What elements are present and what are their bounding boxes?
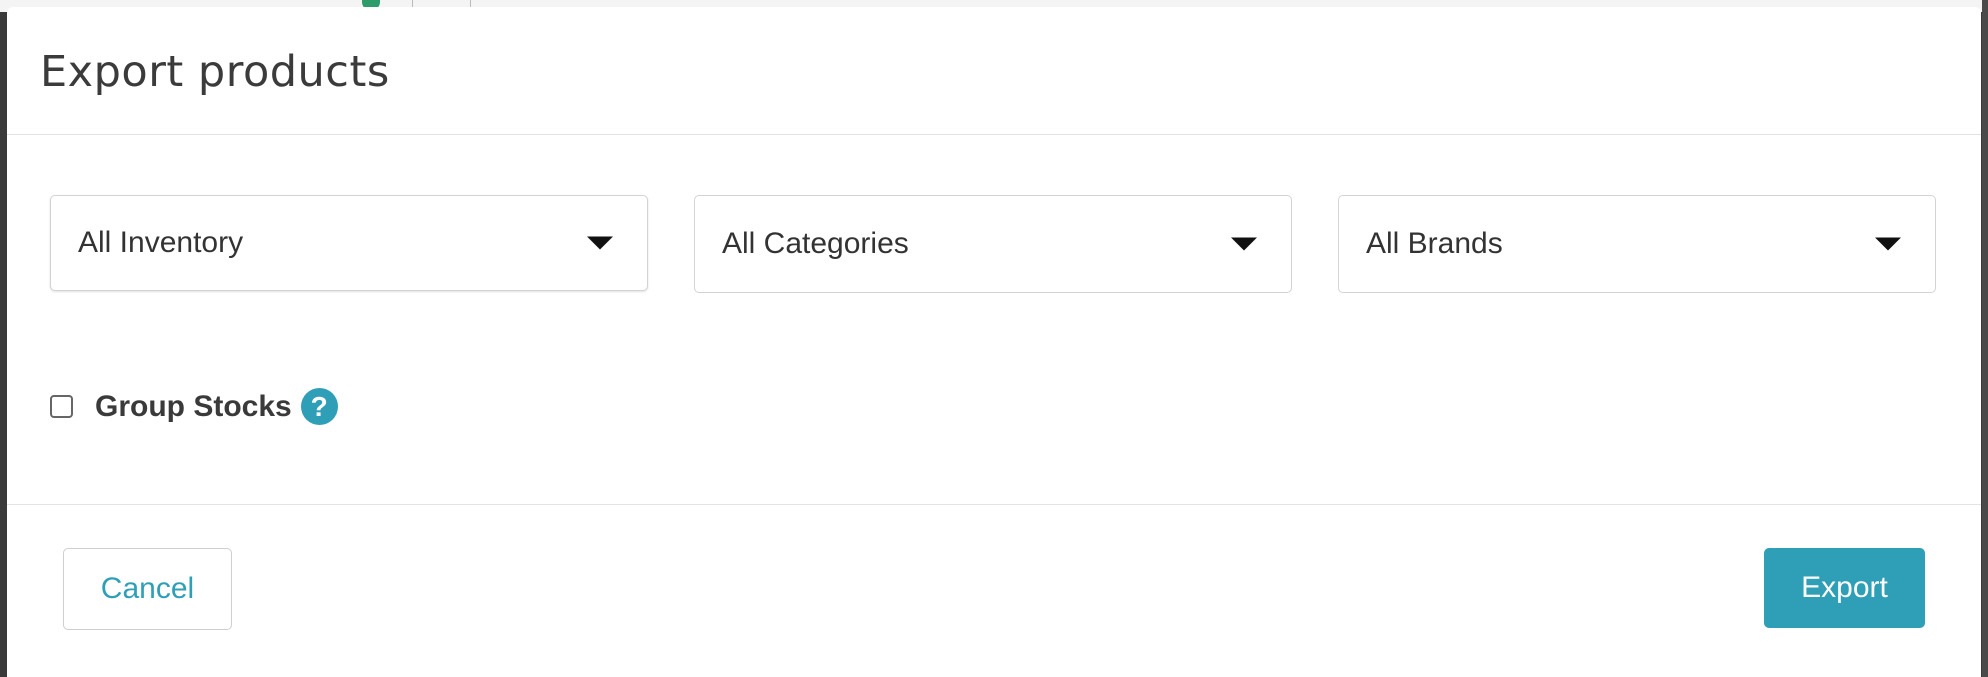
help-icon[interactable]: ? [300,388,338,425]
categories-select[interactable]: All Categories [694,195,1292,293]
caret-down-icon [1231,237,1257,251]
caret-down-icon [1875,237,1901,251]
group-stocks-checkbox[interactable] [50,395,73,418]
background-edge [1982,0,1988,677]
caret-down-icon [587,236,613,250]
export-button[interactable]: Export [1764,548,1925,628]
brands-select[interactable]: All Brands [1338,195,1936,293]
export-products-modal: Export products All Inventory All Catego… [7,7,1981,677]
inventory-select-value: All Inventory [78,226,244,259]
brands-select-value: All Brands [1366,227,1503,260]
inventory-select[interactable]: All Inventory [50,195,648,291]
modal-footer: Cancel Export [7,505,1981,675]
group-stocks-row: Group Stocks ? [50,388,338,425]
categories-select-value: All Categories [722,227,909,260]
modal-title: Export products [40,47,390,97]
group-stocks-label: Group Stocks [95,389,292,423]
cancel-button[interactable]: Cancel [63,548,232,630]
modal-body: All Inventory All Categories All Brands … [7,135,1981,505]
modal-header: Export products [7,7,1981,135]
